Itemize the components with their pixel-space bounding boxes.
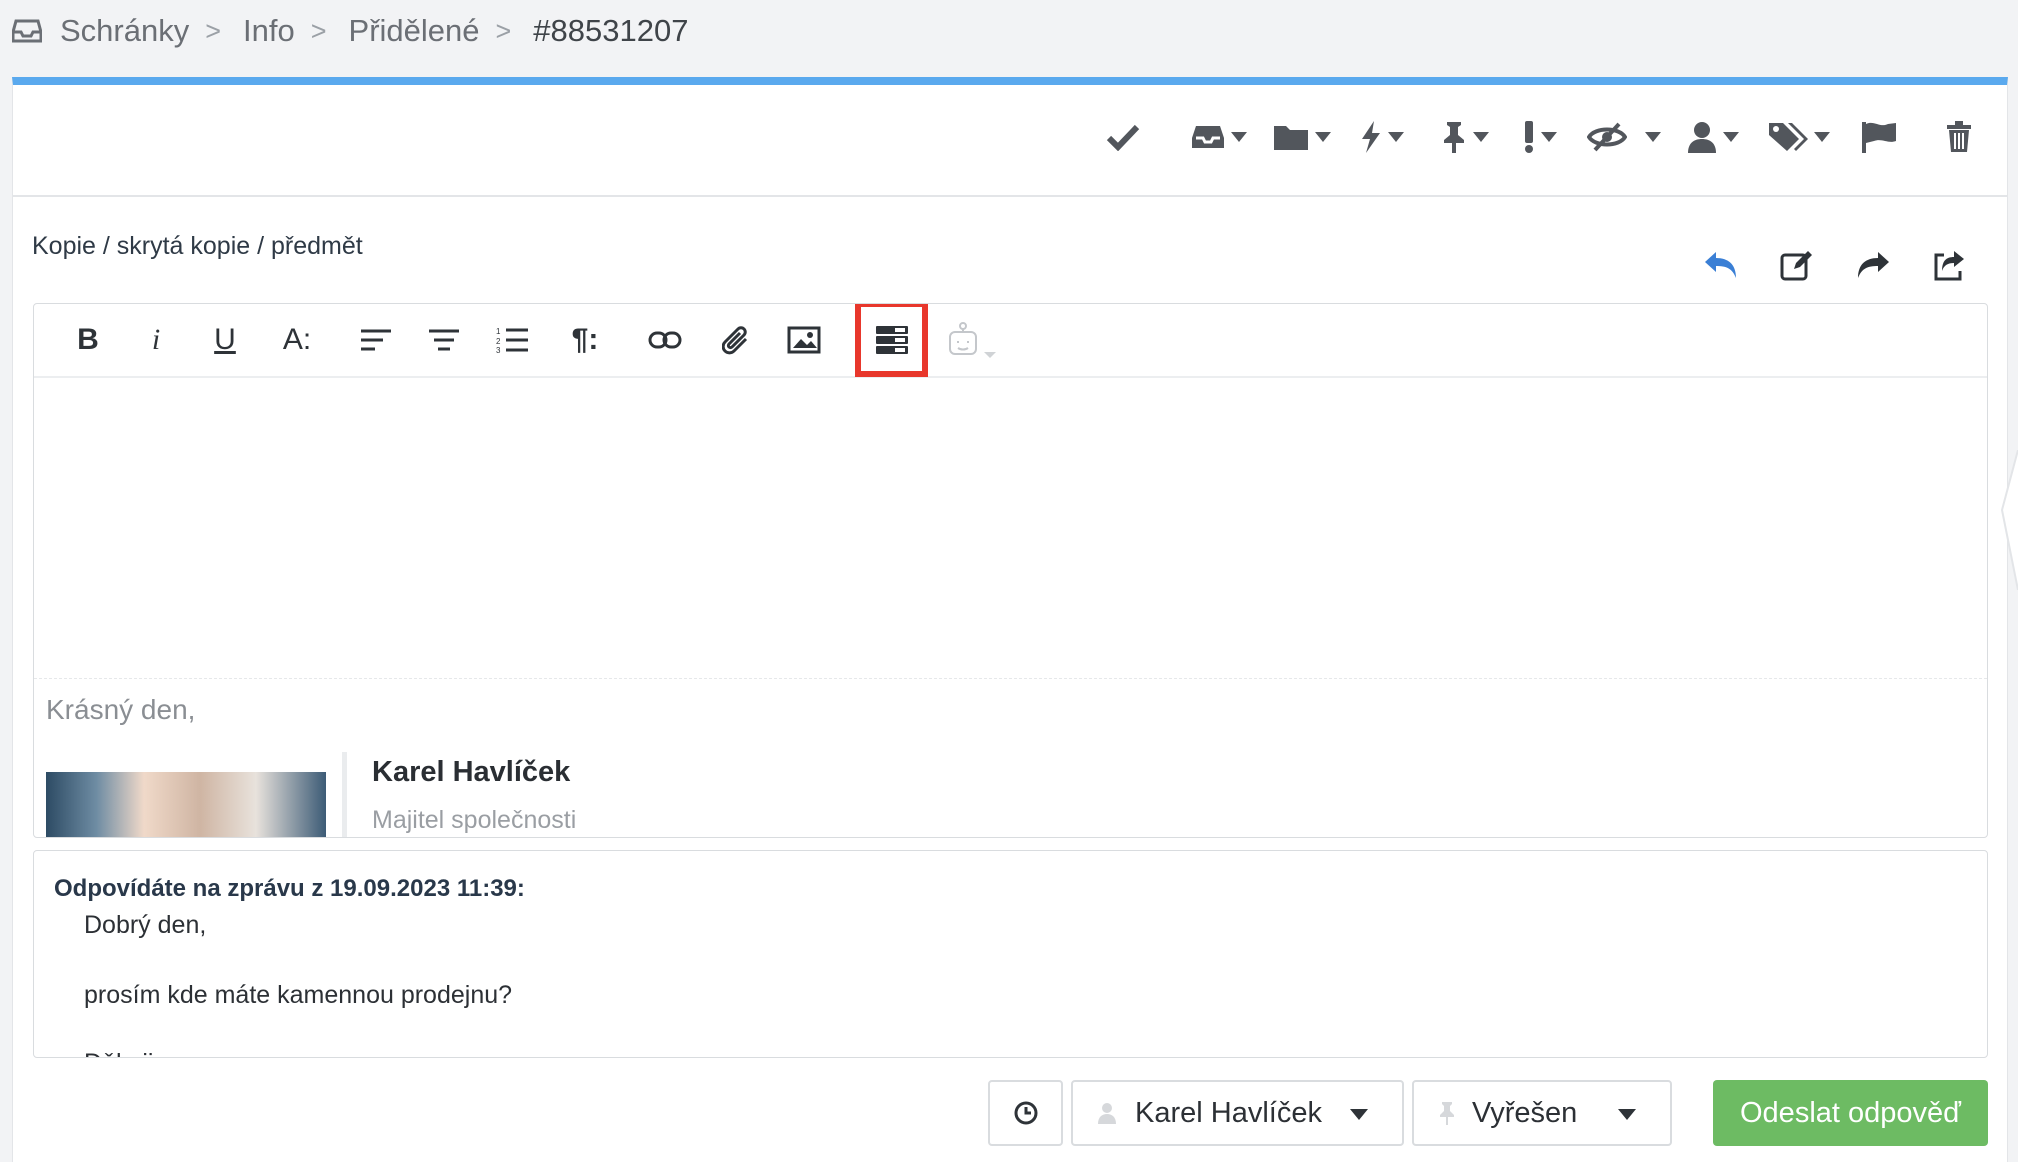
signature-role: Majitel společnosti <box>372 806 577 834</box>
chevron-down-icon <box>1618 1109 1636 1120</box>
signature-photo <box>46 772 326 837</box>
edit-icon <box>1780 249 1814 281</box>
chevron-down-icon <box>1723 132 1739 142</box>
clock-icon <box>1013 1100 1039 1126</box>
align-left-button[interactable] <box>356 320 396 360</box>
tags-button[interactable] <box>1768 113 1830 161</box>
share-button[interactable] <box>1924 240 1974 290</box>
link-icon <box>648 330 682 350</box>
ticket-id: #88531207 <box>533 13 689 48</box>
assignee-select[interactable]: Karel Havlíček <box>1071 1080 1404 1146</box>
breadcrumb-item-pridelene[interactable]: Přidělené <box>349 13 480 49</box>
signature-divider <box>342 752 347 837</box>
underline-button[interactable]: U <box>205 320 245 360</box>
paperclip-icon <box>722 325 750 355</box>
chevron-down-icon <box>1231 132 1247 142</box>
cc-bcc-subject-link[interactable]: Kopie / skrytá kopie / předmět <box>32 232 363 261</box>
folder-icon <box>1273 123 1309 151</box>
forward-button[interactable] <box>1848 240 1898 290</box>
svg-text:2: 2 <box>496 337 501 346</box>
status-value: Vyřešen <box>1472 1096 1578 1129</box>
resolve-button[interactable] <box>1106 113 1140 161</box>
quoted-line: Dobrý den, <box>84 911 207 939</box>
automation-button[interactable] <box>1360 113 1404 161</box>
bold-button[interactable]: B <box>68 320 108 360</box>
reply-icon <box>1703 250 1739 280</box>
paragraph-button[interactable]: ¶: <box>560 320 610 360</box>
ai-assistant-button[interactable] <box>942 320 1002 360</box>
chevron-down-icon <box>1350 1109 1368 1120</box>
message-body-input[interactable] <box>34 378 1987 679</box>
note-button[interactable] <box>1772 240 1822 290</box>
chevron-down-icon <box>1814 132 1830 142</box>
signature-greeting: Krásný den, <box>46 694 196 725</box>
bolt-icon <box>1360 121 1382 153</box>
eye-slash-icon <box>1587 122 1627 152</box>
tags-icon <box>1768 121 1808 153</box>
list-button[interactable]: 123 <box>492 320 532 360</box>
italic-button[interactable]: i <box>136 320 176 360</box>
assignee-value: Karel Havlíček <box>1135 1096 1322 1129</box>
chevron-down-icon <box>1388 132 1404 142</box>
pin-icon <box>1441 121 1467 153</box>
user-icon <box>1097 1102 1117 1124</box>
flag-button[interactable] <box>1861 113 1897 161</box>
pin-button[interactable] <box>1441 113 1489 161</box>
chevron-down-icon <box>1473 132 1489 142</box>
format-toolbar: B i U A: 123 ¶: <box>34 304 1987 378</box>
inbox-icon <box>12 18 42 44</box>
chevron-down-icon <box>1645 132 1661 142</box>
reply-editor: B i U A: 123 ¶: Krásný den, Karel Havlíč… <box>33 303 1988 838</box>
chevron-down-icon <box>1541 132 1557 142</box>
insert-image-button[interactable] <box>784 320 824 360</box>
breadcrumb-item-schranky[interactable]: Schránky <box>60 13 189 49</box>
check-icon <box>1106 123 1140 151</box>
breadcrumb: Schránky > Info > Přidělené > #88531207 <box>12 8 688 54</box>
trash-icon <box>1946 121 1972 153</box>
quoted-message-header: Odpovídáte na zprávu z 19.09.2023 11:39: <box>54 875 525 902</box>
quoted-line: prosím kde máte kamennou prodejnu? <box>84 981 513 1009</box>
delete-button[interactable] <box>1946 113 1972 161</box>
breadcrumb-separator: > <box>205 15 222 46</box>
forward-icon <box>1855 250 1891 280</box>
move-inbox-button[interactable] <box>1191 113 1247 161</box>
quoted-message: Odpovídáte na zprávu z 19.09.2023 11:39:… <box>33 850 1988 1058</box>
visibility-button[interactable] <box>1587 113 1661 161</box>
svg-text:1: 1 <box>496 327 501 336</box>
side-panel-toggle[interactable] <box>2000 450 2018 590</box>
pin-icon <box>1438 1101 1456 1125</box>
numbered-list-icon: 123 <box>496 327 528 353</box>
flag-icon <box>1861 121 1897 153</box>
quoted-line: Děkuji <box>84 1049 153 1057</box>
signature-name: Karel Havlíček <box>372 756 571 788</box>
image-icon <box>787 326 821 354</box>
assign-user-button[interactable] <box>1687 113 1739 161</box>
share-icon <box>1932 249 1966 281</box>
reply-button[interactable] <box>1696 240 1746 290</box>
highlight-box <box>855 304 928 377</box>
breadcrumb-separator: > <box>495 15 512 46</box>
align-left-icon <box>361 329 391 351</box>
folder-button[interactable] <box>1273 113 1331 161</box>
inbox-icon <box>1191 123 1225 151</box>
ticket-toolbar <box>13 85 2007 197</box>
user-icon <box>1687 121 1717 153</box>
breadcrumb-item-info[interactable]: Info <box>243 13 295 49</box>
svg-text:3: 3 <box>496 346 501 353</box>
priority-button[interactable] <box>1523 113 1557 161</box>
attachment-button[interactable] <box>716 320 756 360</box>
align-center-icon <box>429 329 459 351</box>
send-reply-button[interactable]: Odeslat odpověď <box>1713 1080 1988 1146</box>
status-select[interactable]: Vyřešen <box>1412 1080 1672 1146</box>
ticket-panel: Kopie / skrytá kopie / předmět B i U A: … <box>12 77 2008 1162</box>
align-center-button[interactable] <box>424 320 464 360</box>
schedule-button[interactable] <box>988 1080 1063 1146</box>
chevron-down-icon <box>1315 132 1331 142</box>
exclamation-icon <box>1523 121 1535 153</box>
breadcrumb-separator: > <box>310 15 327 46</box>
robot-icon <box>946 320 998 360</box>
font-size-button[interactable]: A: <box>272 320 322 360</box>
link-button[interactable] <box>645 320 685 360</box>
